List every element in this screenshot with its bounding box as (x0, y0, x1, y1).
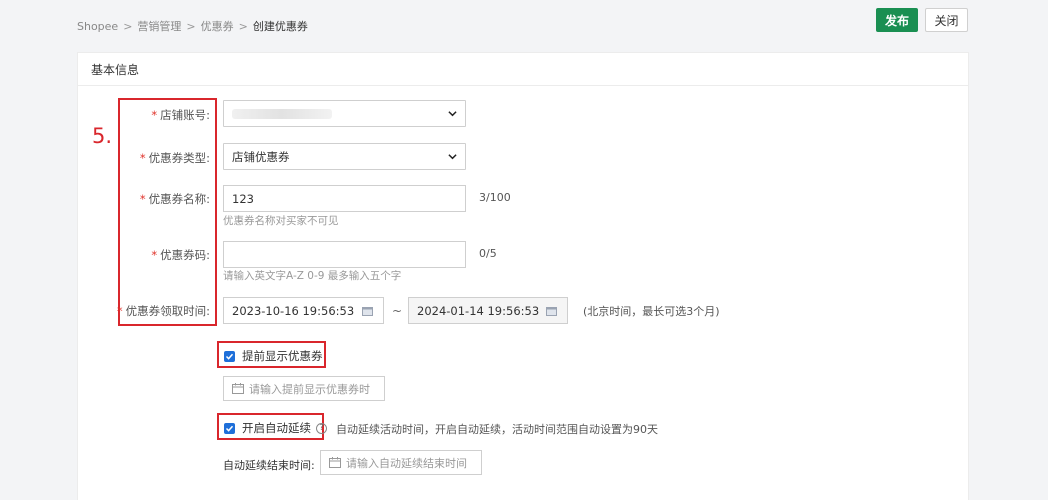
claim-start-date-input[interactable]: 2023-10-16 19:56:53 (223, 297, 384, 324)
chevron-down-icon (448, 111, 457, 117)
coupon-name-input[interactable]: 123 (223, 185, 466, 212)
auto-extend-end-input[interactable]: 请输入自动延续结束时间 (320, 450, 482, 475)
check-icon (225, 353, 234, 360)
labels-highlight-box (118, 98, 217, 326)
coupon-code-label: * 优惠券码: (151, 248, 210, 262)
breadcrumb-current: 创建优惠券 (252, 20, 308, 33)
calendar-icon[interactable] (362, 306, 373, 316)
coupon-code-hint: 请输入英文字A-Z 0-9 最多输入五个字 (223, 270, 402, 282)
shop-account-select[interactable] (223, 100, 466, 127)
coupon-code-counter: 0/5 (479, 247, 497, 260)
coupon-name-label: * 优惠券名称: (139, 192, 210, 206)
breadcrumb-marketing[interactable]: 营销管理 (137, 18, 181, 34)
claim-end-value: 2024-01-14 19:56:53 (417, 303, 540, 318)
early-display-checkbox-row[interactable]: 提前显示优惠券 (224, 348, 323, 364)
breadcrumb-shopee[interactable]: Shopee (77, 20, 118, 33)
coupon-type-select[interactable]: 店铺优惠券 (223, 143, 466, 170)
coupon-type-label: * 优惠券类型: (139, 151, 210, 165)
publish-button[interactable]: 发布 (876, 8, 918, 32)
shop-account-label: * 店铺账号: (151, 108, 210, 122)
breadcrumb-separator: > (238, 19, 248, 33)
step-annotation: 5. (92, 124, 113, 148)
auto-extend-end-placeholder: 请输入自动延续结束时间 (346, 456, 467, 470)
early-display-time-input[interactable]: 请输入提前显示优惠券时 (223, 376, 385, 401)
blurred-shop-name (232, 108, 332, 119)
early-display-placeholder: 请输入提前显示优惠券时 (249, 382, 370, 396)
claim-end-date-input[interactable]: 2024-01-14 19:56:53 (408, 297, 568, 324)
date-range-separator: ~ (392, 304, 403, 318)
early-display-label: 提前显示优惠券 (242, 349, 323, 363)
coupon-name-counter: 3/100 (479, 191, 511, 204)
close-button[interactable]: 关闭 (925, 8, 968, 32)
help-icon[interactable]: ? (316, 422, 327, 434)
check-icon (225, 425, 234, 432)
breadcrumb-separator: > (123, 19, 133, 33)
claim-time-label: * 优惠券领取时间: (116, 304, 210, 318)
chevron-down-icon (448, 154, 457, 160)
timezone-note: (北京时间，最长可选3个月) (583, 305, 720, 318)
auto-extend-description: 自动延续活动时间，开启自动延续，活动时间范围自动设置为90天 (336, 423, 658, 436)
auto-extend-checkbox[interactable] (224, 422, 235, 434)
calendar-icon (329, 457, 341, 468)
breadcrumb-separator: > (186, 19, 196, 33)
coupon-code-input[interactable] (223, 241, 466, 268)
coupon-name-hint: 优惠券名称对买家不可见 (223, 215, 339, 227)
coupon-type-value: 店铺优惠券 (232, 149, 290, 164)
auto-extend-end-label: 自动延续结束时间: (223, 459, 315, 472)
auto-extend-label: 开启自动延续 (242, 421, 311, 435)
early-display-checkbox[interactable] (224, 350, 235, 362)
breadcrumb-coupons[interactable]: 优惠券 (201, 18, 234, 34)
auto-extend-checkbox-row[interactable]: 开启自动延续 ? (224, 420, 327, 436)
calendar-icon (232, 383, 244, 394)
section-title: 基本信息 (78, 53, 968, 86)
calendar-icon[interactable] (546, 306, 557, 316)
breadcrumb: Shopee > 营销管理 > 优惠券 > 创建优惠券 (77, 18, 308, 34)
claim-start-value: 2023-10-16 19:56:53 (232, 303, 355, 318)
coupon-name-value: 123 (232, 191, 254, 206)
